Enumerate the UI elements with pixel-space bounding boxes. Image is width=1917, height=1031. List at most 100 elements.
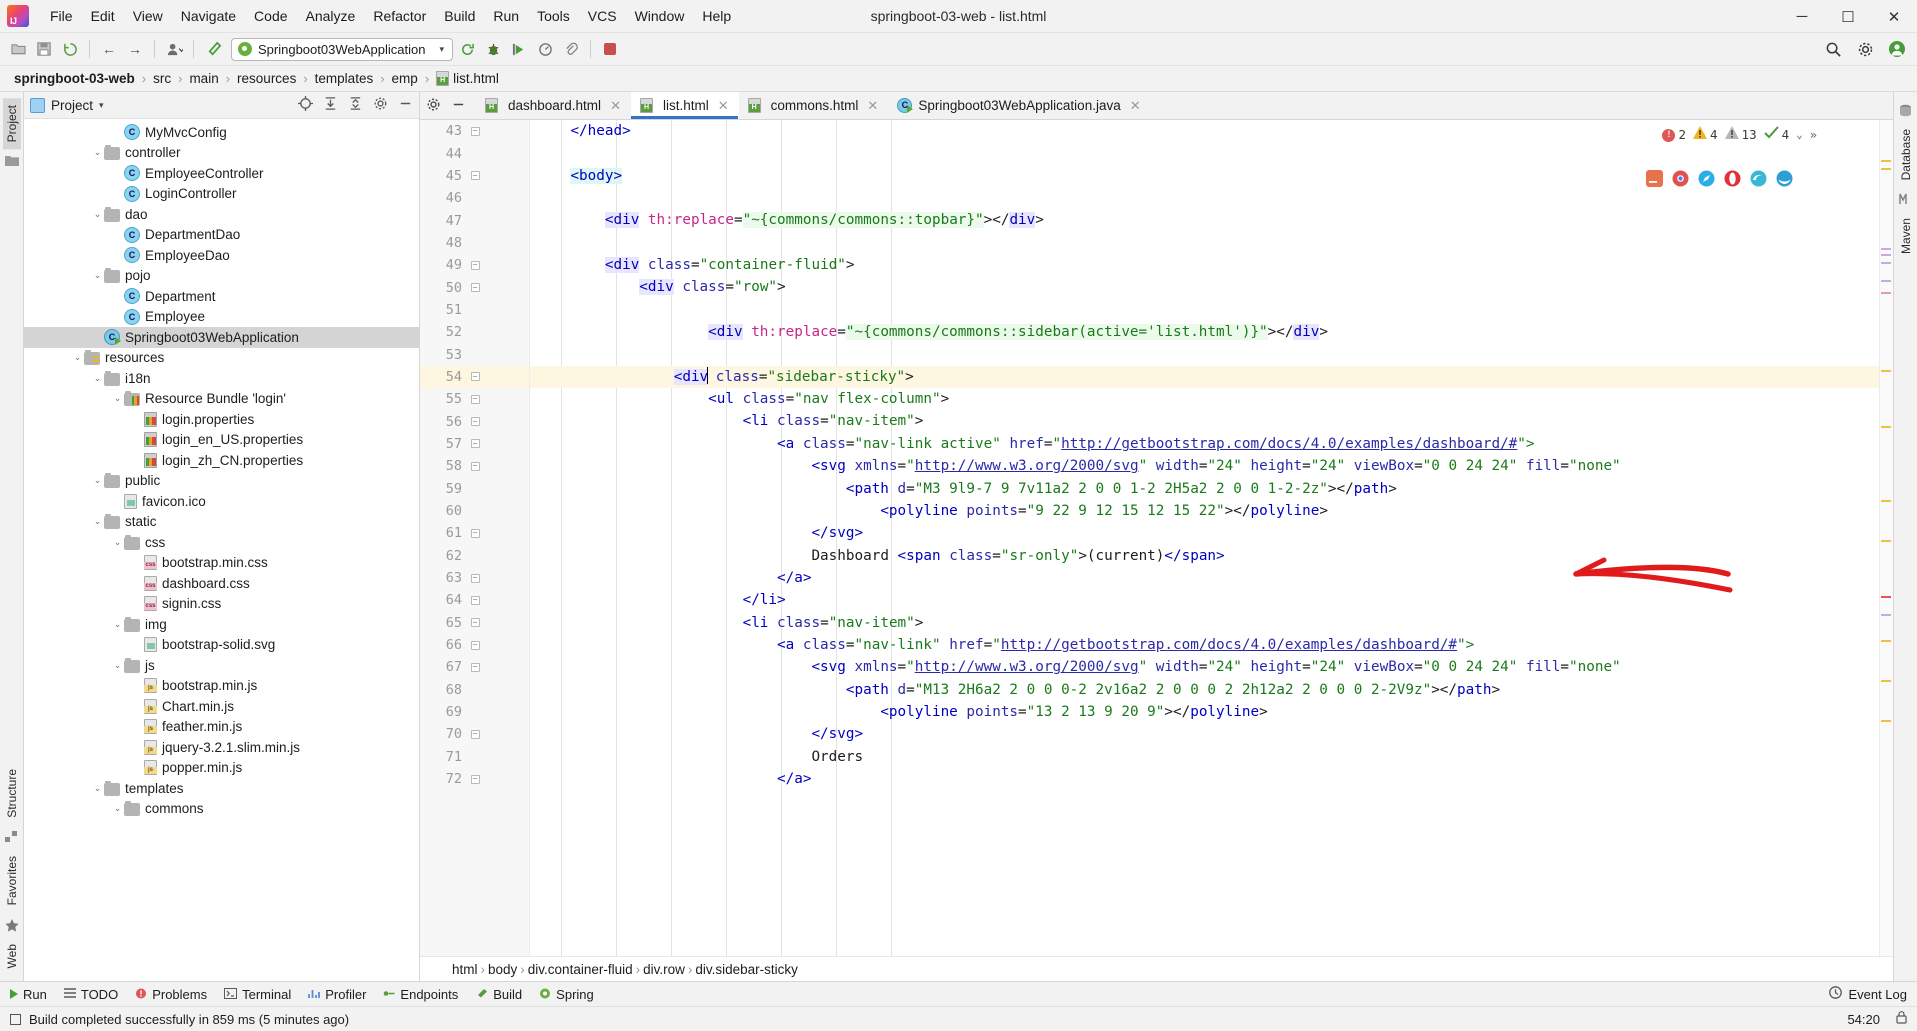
gutter-line[interactable]: 55−: [420, 388, 529, 410]
breadcrumb-item-templates[interactable]: templates: [311, 70, 378, 87]
tab-commons-html[interactable]: commons.html ✕: [739, 92, 889, 119]
gutter-line[interactable]: 52: [420, 321, 529, 343]
fold-marker[interactable]: −: [468, 126, 482, 136]
tree-node[interactable]: ⌄ js: [24, 655, 419, 676]
tree-node[interactable]: Employee: [24, 307, 419, 328]
fold-marker[interactable]: −: [468, 528, 482, 538]
tree-node[interactable]: favicon.ico: [24, 491, 419, 512]
tool-tab-web[interactable]: Web: [3, 937, 21, 975]
breadcrumb-item-resources[interactable]: resources: [233, 70, 300, 87]
marker-stripe[interactable]: [1881, 720, 1891, 722]
chevron-down-icon[interactable]: ⌄: [71, 352, 84, 363]
hammer-icon[interactable]: [201, 37, 225, 61]
fold-marker[interactable]: −: [468, 573, 482, 583]
editor-marker-bar[interactable]: [1879, 120, 1893, 956]
chevron-down-icon[interactable]: ⌄: [91, 270, 104, 281]
gutter-line[interactable]: 47: [420, 209, 529, 231]
jetbrains-preview-icon[interactable]: [1646, 170, 1663, 187]
edge-browser-icon[interactable]: [1750, 170, 1767, 187]
gutter-line[interactable]: 43−: [420, 120, 529, 142]
code-line[interactable]: <ul class="nav flex-column">: [530, 388, 1879, 410]
gutter-line[interactable]: 54−: [420, 365, 529, 389]
tree-node[interactable]: login_zh_CN.properties: [24, 450, 419, 471]
folder-open-icon[interactable]: [6, 37, 30, 61]
error-badge[interactable]: ! 2: [1662, 124, 1686, 146]
gutter-line[interactable]: 58−: [420, 455, 529, 477]
tab-list-html[interactable]: list.html ✕: [630, 92, 739, 119]
editor-breadcrumb-container-fluid[interactable]: div.container-fluid: [528, 962, 633, 977]
typo-badge[interactable]: 4: [1763, 124, 1789, 146]
code-line[interactable]: </li>: [530, 589, 1879, 611]
fold-marker[interactable]: −: [468, 729, 482, 739]
gutter-line[interactable]: 66−: [420, 634, 529, 656]
tree-node[interactable]: ⌄ Resource Bundle 'login': [24, 389, 419, 410]
fold-marker[interactable]: −: [468, 618, 482, 628]
fold-marker[interactable]: −: [468, 283, 482, 293]
chevron-down-icon[interactable]: ▾: [439, 44, 444, 55]
tree-node[interactable]: feather.min.js: [24, 717, 419, 738]
profiler-icon[interactable]: [533, 37, 557, 61]
menu-window[interactable]: Window: [626, 4, 694, 28]
stop-icon[interactable]: [598, 37, 622, 61]
gutter-line[interactable]: 50−: [420, 276, 529, 298]
tree-node[interactable]: jquery-3.2.1.slim.min.js: [24, 737, 419, 758]
tree-node[interactable]: Department: [24, 286, 419, 307]
breadcrumb-item-project[interactable]: springboot-03-web: [10, 70, 139, 87]
gutter-line[interactable]: 70−: [420, 723, 529, 745]
tree-node[interactable]: signin.css: [24, 594, 419, 615]
gutter-line[interactable]: 61−: [420, 522, 529, 544]
close-button[interactable]: ✕: [1871, 0, 1917, 33]
chevron-down-icon[interactable]: ⌄: [91, 147, 104, 158]
code-line[interactable]: [530, 299, 1879, 321]
breadcrumb-item-emp[interactable]: emp: [388, 70, 422, 87]
menu-vcs[interactable]: VCS: [579, 4, 626, 28]
tree-node[interactable]: dashboard.css: [24, 573, 419, 594]
tree-node[interactable]: ⌄ commons: [24, 799, 419, 820]
marker-stripe[interactable]: [1881, 614, 1891, 616]
marker-stripe[interactable]: [1881, 262, 1891, 264]
editor-breadcrumb-sidebar-sticky[interactable]: div.sidebar-sticky: [695, 962, 798, 977]
tab-dashboard-html[interactable]: dashboard.html ✕: [476, 92, 631, 119]
marker-stripe[interactable]: [1881, 596, 1891, 598]
tree-node[interactable]: popper.min.js: [24, 758, 419, 779]
gear-icon[interactable]: [1853, 37, 1877, 61]
code-line[interactable]: </a>: [530, 567, 1879, 589]
gear-icon[interactable]: [373, 96, 388, 114]
marker-stripe[interactable]: [1881, 248, 1891, 250]
warning-badge[interactable]: 4: [1693, 124, 1718, 146]
code-line[interactable]: <svg xmlns="http://www.w3.org/2000/svg" …: [530, 656, 1879, 678]
lock-icon[interactable]: [1896, 1011, 1907, 1027]
gutter-line[interactable]: 56−: [420, 410, 529, 432]
tool-button-terminal[interactable]: Terminal: [224, 987, 291, 1002]
tool-tab-favorites[interactable]: Favorites: [3, 849, 21, 912]
marker-stripe[interactable]: [1881, 426, 1891, 428]
menu-analyze[interactable]: Analyze: [297, 4, 365, 28]
tool-button-spring[interactable]: Spring: [539, 987, 594, 1002]
gutter-line[interactable]: 49−: [420, 254, 529, 276]
tree-node[interactable]: bootstrap.min.js: [24, 676, 419, 697]
breadcrumb-item-src[interactable]: src: [149, 70, 175, 87]
inspection-widget[interactable]: ! 2 4 13 4 ⌄ »: [1662, 124, 1817, 146]
expand-all-icon[interactable]: [323, 96, 338, 114]
gutter-line[interactable]: 45−: [420, 165, 529, 187]
back-icon[interactable]: ←: [97, 37, 121, 61]
tree-node[interactable]: ⌄ static: [24, 512, 419, 533]
fold-marker[interactable]: −: [468, 640, 482, 650]
tree-node[interactable]: MyMvcConfig: [24, 122, 419, 143]
close-icon[interactable]: ✕: [610, 98, 621, 114]
minimize-button[interactable]: ─: [1779, 0, 1825, 33]
run-configuration-selector[interactable]: Springboot03WebApplication ▾: [231, 37, 453, 61]
gutter-line[interactable]: 60: [420, 500, 529, 522]
code-line[interactable]: [530, 232, 1879, 254]
fold-marker[interactable]: −: [468, 372, 482, 382]
tree-node[interactable]: DepartmentDao: [24, 225, 419, 246]
tree-node[interactable]: ⌄ pojo: [24, 266, 419, 287]
sync-icon[interactable]: [58, 37, 82, 61]
fold-marker[interactable]: −: [468, 417, 482, 427]
project-tree[interactable]: MyMvcConfig ⌄ controller EmployeeController…: [24, 119, 419, 981]
gutter-line[interactable]: 46: [420, 187, 529, 209]
code-line[interactable]: <a class="nav-link active" href="http://…: [530, 433, 1879, 455]
code-line[interactable]: </svg>: [530, 522, 1879, 544]
gutter-line[interactable]: 67−: [420, 656, 529, 678]
editor-breadcrumb-body[interactable]: body: [488, 962, 517, 977]
